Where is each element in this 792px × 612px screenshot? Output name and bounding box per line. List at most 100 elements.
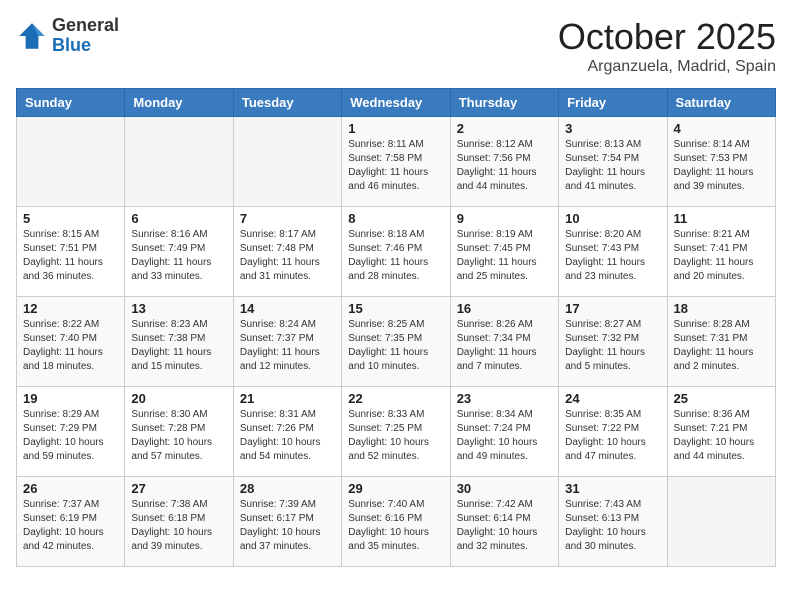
calendar-cell: 1 Sunrise: 8:11 AM Sunset: 7:58 PM Daylig… — [342, 117, 450, 207]
day-info: Sunrise: 8:22 AM Sunset: 7:40 PM Dayligh… — [23, 318, 118, 374]
day-number: 20 — [131, 391, 226, 406]
day-number: 27 — [131, 481, 226, 496]
calendar-cell: 16 Sunrise: 8:26 AM Sunset: 7:34 PM Dayli… — [450, 297, 558, 387]
day-number: 9 — [457, 211, 552, 226]
calendar-cell: 14 Sunrise: 8:24 AM Sunset: 7:37 PM Dayli… — [233, 297, 341, 387]
logo: General Blue — [16, 16, 119, 56]
day-number: 10 — [565, 211, 660, 226]
calendar-cell: 2 Sunrise: 8:12 AM Sunset: 7:56 PM Daylig… — [450, 117, 558, 207]
calendar-cell: 29Sunrise: 7:40 AM Sunset: 6:16 PM Dayli… — [342, 477, 450, 567]
day-number: 14 — [240, 301, 335, 316]
day-info: Sunrise: 8:12 AM Sunset: 7:56 PM Dayligh… — [457, 138, 552, 194]
calendar-cell: 24 Sunrise: 8:35 AM Sunset: 7:22 PM Dayli… — [559, 387, 667, 477]
month-title: October 2025 — [558, 16, 776, 58]
days-of-week-row: SundayMondayTuesdayWednesdayThursdayFrid… — [17, 89, 776, 117]
calendar-cell: 19Sunrise: 8:29 AM Sunset: 7:29 PM Dayli… — [17, 387, 125, 477]
day-info: Sunrise: 8:35 AM Sunset: 7:22 PM Dayligh… — [565, 408, 660, 464]
calendar-body: 1 Sunrise: 8:11 AM Sunset: 7:58 PM Daylig… — [17, 117, 776, 567]
day-number: 8 — [348, 211, 443, 226]
logo-icon — [16, 20, 48, 52]
calendar-cell: 6 Sunrise: 8:16 AM Sunset: 7:49 PM Daylig… — [125, 207, 233, 297]
day-number: 31 — [565, 481, 660, 496]
calendar-cell: 13 Sunrise: 8:23 AM Sunset: 7:38 PM Dayli… — [125, 297, 233, 387]
day-info: Sunrise: 7:42 AM Sunset: 6:14 PM Dayligh… — [457, 498, 552, 554]
day-number: 13 — [131, 301, 226, 316]
day-number: 17 — [565, 301, 660, 316]
day-number: 2 — [457, 121, 552, 136]
title-block: October 2025 Arganzuela, Madrid, Spain — [558, 16, 776, 76]
day-info: Sunrise: 8:25 AM Sunset: 7:35 PM Dayligh… — [348, 318, 443, 374]
calendar-cell: 5Sunrise: 8:15 AM Sunset: 7:51 PM Daylig… — [17, 207, 125, 297]
day-info: Sunrise: 7:43 AM Sunset: 6:13 PM Dayligh… — [565, 498, 660, 554]
day-of-week-header: Friday — [559, 89, 667, 117]
calendar-cell: 15 Sunrise: 8:25 AM Sunset: 7:35 PM Dayli… — [342, 297, 450, 387]
calendar-cell: 23 Sunrise: 8:34 AM Sunset: 7:24 PM Dayli… — [450, 387, 558, 477]
day-info: Sunrise: 8:21 AM Sunset: 7:41 PM Dayligh… — [674, 228, 769, 284]
day-number: 12 — [23, 301, 118, 316]
calendar-week-row: 26Sunrise: 7:37 AM Sunset: 6:19 PM Dayli… — [17, 477, 776, 567]
day-number: 7 — [240, 211, 335, 226]
day-info: Sunrise: 8:23 AM Sunset: 7:38 PM Dayligh… — [131, 318, 226, 374]
calendar-cell: 28Sunrise: 7:39 AM Sunset: 6:17 PM Dayli… — [233, 477, 341, 567]
calendar-week-row: 19Sunrise: 8:29 AM Sunset: 7:29 PM Dayli… — [17, 387, 776, 477]
day-info: Sunrise: 8:16 AM Sunset: 7:49 PM Dayligh… — [131, 228, 226, 284]
day-of-week-header: Wednesday — [342, 89, 450, 117]
calendar-cell: 30 Sunrise: 7:42 AM Sunset: 6:14 PM Dayli… — [450, 477, 558, 567]
calendar-cell — [667, 477, 775, 567]
day-info: Sunrise: 8:30 AM Sunset: 7:28 PM Dayligh… — [131, 408, 226, 464]
day-of-week-header: Monday — [125, 89, 233, 117]
calendar-cell: 11Sunrise: 8:21 AM Sunset: 7:41 PM Dayli… — [667, 207, 775, 297]
day-info: Sunrise: 8:11 AM Sunset: 7:58 PM Dayligh… — [348, 138, 443, 194]
day-of-week-header: Thursday — [450, 89, 558, 117]
calendar-cell: 3 Sunrise: 8:13 AM Sunset: 7:54 PM Daylig… — [559, 117, 667, 207]
calendar-cell — [125, 117, 233, 207]
calendar-cell: 18Sunrise: 8:28 AM Sunset: 7:31 PM Dayli… — [667, 297, 775, 387]
day-info: Sunrise: 8:17 AM Sunset: 7:48 PM Dayligh… — [240, 228, 335, 284]
day-number: 15 — [348, 301, 443, 316]
day-info: Sunrise: 8:33 AM Sunset: 7:25 PM Dayligh… — [348, 408, 443, 464]
calendar-cell: 31 Sunrise: 7:43 AM Sunset: 6:13 PM Dayli… — [559, 477, 667, 567]
day-number: 24 — [565, 391, 660, 406]
calendar-cell: 20 Sunrise: 8:30 AM Sunset: 7:28 PM Dayli… — [125, 387, 233, 477]
day-number: 23 — [457, 391, 552, 406]
day-info: Sunrise: 8:28 AM Sunset: 7:31 PM Dayligh… — [674, 318, 769, 374]
calendar-cell: 7 Sunrise: 8:17 AM Sunset: 7:48 PM Daylig… — [233, 207, 341, 297]
day-info: Sunrise: 8:29 AM Sunset: 7:29 PM Dayligh… — [23, 408, 118, 464]
calendar-cell: 4 Sunrise: 8:14 AM Sunset: 7:53 PM Daylig… — [667, 117, 775, 207]
day-number: 3 — [565, 121, 660, 136]
day-info: Sunrise: 8:18 AM Sunset: 7:46 PM Dayligh… — [348, 228, 443, 284]
day-number: 1 — [348, 121, 443, 136]
day-number: 16 — [457, 301, 552, 316]
calendar-cell: 8 Sunrise: 8:18 AM Sunset: 7:46 PM Daylig… — [342, 207, 450, 297]
day-info: Sunrise: 8:34 AM Sunset: 7:24 PM Dayligh… — [457, 408, 552, 464]
day-of-week-header: Tuesday — [233, 89, 341, 117]
day-number: 21 — [240, 391, 335, 406]
calendar-week-row: 5Sunrise: 8:15 AM Sunset: 7:51 PM Daylig… — [17, 207, 776, 297]
calendar-cell — [233, 117, 341, 207]
day-info: Sunrise: 8:20 AM Sunset: 7:43 PM Dayligh… — [565, 228, 660, 284]
calendar-week-row: 1 Sunrise: 8:11 AM Sunset: 7:58 PM Daylig… — [17, 117, 776, 207]
day-number: 30 — [457, 481, 552, 496]
day-number: 25 — [674, 391, 769, 406]
day-number: 22 — [348, 391, 443, 406]
day-info: Sunrise: 8:26 AM Sunset: 7:34 PM Dayligh… — [457, 318, 552, 374]
day-info: Sunrise: 8:24 AM Sunset: 7:37 PM Dayligh… — [240, 318, 335, 374]
calendar-cell: 9Sunrise: 8:19 AM Sunset: 7:45 PM Daylig… — [450, 207, 558, 297]
calendar-cell: 12 Sunrise: 8:22 AM Sunset: 7:40 PM Dayli… — [17, 297, 125, 387]
day-number: 26 — [23, 481, 118, 496]
day-number: 5 — [23, 211, 118, 226]
day-number: 6 — [131, 211, 226, 226]
day-info: Sunrise: 8:14 AM Sunset: 7:53 PM Dayligh… — [674, 138, 769, 194]
day-info: Sunrise: 7:39 AM Sunset: 6:17 PM Dayligh… — [240, 498, 335, 554]
day-info: Sunrise: 7:38 AM Sunset: 6:18 PM Dayligh… — [131, 498, 226, 554]
day-info: Sunrise: 8:36 AM Sunset: 7:21 PM Dayligh… — [674, 408, 769, 464]
calendar-cell: 22 Sunrise: 8:33 AM Sunset: 7:25 PM Dayli… — [342, 387, 450, 477]
calendar-cell: 26Sunrise: 7:37 AM Sunset: 6:19 PM Dayli… — [17, 477, 125, 567]
day-number: 4 — [674, 121, 769, 136]
day-info: Sunrise: 8:31 AM Sunset: 7:26 PM Dayligh… — [240, 408, 335, 464]
calendar-week-row: 12 Sunrise: 8:22 AM Sunset: 7:40 PM Dayli… — [17, 297, 776, 387]
day-info: Sunrise: 8:13 AM Sunset: 7:54 PM Dayligh… — [565, 138, 660, 194]
calendar-table: SundayMondayTuesdayWednesdayThursdayFrid… — [16, 88, 776, 567]
day-of-week-header: Saturday — [667, 89, 775, 117]
calendar-cell — [17, 117, 125, 207]
